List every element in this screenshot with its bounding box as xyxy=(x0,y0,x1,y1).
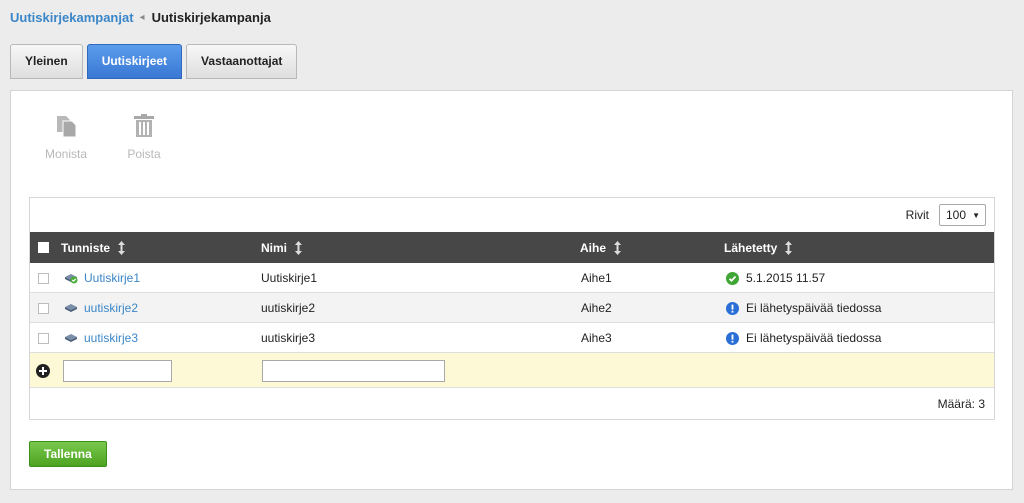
table-row: Uutiskirje1 Uutiskirje1 Aihe1 5.1.2015 1… xyxy=(30,263,994,293)
info-circle-icon xyxy=(726,331,739,345)
sent-status-text: Ei lähetyspäivää tiedossa xyxy=(746,331,882,345)
info-circle-icon xyxy=(726,301,739,315)
row-checkbox[interactable] xyxy=(38,272,49,284)
newsletter-subject: Aihe1 xyxy=(581,271,612,285)
newsletter-subject: Aihe2 xyxy=(581,301,612,315)
newsletter-id-link[interactable]: Uutiskirje1 xyxy=(84,271,140,285)
new-name-input[interactable] xyxy=(262,359,445,382)
delete-label: Poista xyxy=(127,147,161,161)
sent-status-text: 5.1.2015 11.57 xyxy=(746,271,826,285)
sort-icon xyxy=(295,240,303,255)
sort-icon xyxy=(614,240,622,255)
delete-button[interactable]: Poista xyxy=(105,113,183,161)
rows-per-page-value: 100 xyxy=(946,208,967,222)
newsletter-icon xyxy=(65,334,77,342)
newsletter-icon xyxy=(65,304,77,312)
copy-label: Monista xyxy=(44,147,88,161)
column-header-id[interactable]: Tunniste xyxy=(61,240,126,255)
breadcrumb-parent-link[interactable]: Uutiskirjekampanjat xyxy=(10,10,134,25)
column-header-id-label: Tunniste xyxy=(61,240,111,255)
newsletter-name: uutiskirje2 xyxy=(261,301,316,315)
row-count: Määrä: 3 xyxy=(937,396,985,411)
check-circle-icon xyxy=(726,271,739,285)
row-checkbox[interactable] xyxy=(38,332,49,344)
column-header-subject[interactable]: Aihe xyxy=(580,240,622,255)
column-header-subject-label: Aihe xyxy=(580,240,607,255)
select-all-cell xyxy=(38,242,49,253)
sort-icon xyxy=(118,240,126,255)
grid-top-bar: Rivit 100 ▼ xyxy=(30,198,994,232)
newsletter-subject: Aihe3 xyxy=(581,331,612,345)
column-header-sent-label: Lähetetty xyxy=(724,240,778,255)
newsletter-sent-icon xyxy=(65,274,78,284)
copy-icon xyxy=(53,113,79,139)
sent-status-text: Ei lähetyspäivää tiedossa xyxy=(746,301,882,315)
newsletter-grid: Rivit 100 ▼ Tunniste Nimi Aihe Lähetetty… xyxy=(29,197,995,420)
sort-icon xyxy=(785,240,793,255)
new-id-input[interactable] xyxy=(63,359,172,382)
column-header-sent[interactable]: Lähetetty xyxy=(724,240,793,255)
add-row-icon[interactable] xyxy=(36,363,50,378)
newsletter-name: uutiskirje3 xyxy=(261,331,316,345)
newsletter-name: Uutiskirje1 xyxy=(261,271,318,285)
content-panel: Monista Poista Rivit 100 ▼ Tunniste Nimi… xyxy=(10,90,1013,490)
newsletter-id-link[interactable]: uutiskirje2 xyxy=(84,301,138,315)
toolbar: Monista Poista xyxy=(27,113,183,161)
tab-newsletters[interactable]: Uutiskirjeet xyxy=(86,44,183,79)
breadcrumb-separator-icon: ◂ xyxy=(139,12,145,23)
newsletter-id-link[interactable]: uutiskirje3 xyxy=(84,331,138,345)
save-button[interactable]: Tallenna xyxy=(29,441,107,467)
grid-header: Tunniste Nimi Aihe Lähetetty xyxy=(30,232,994,263)
grid-footer: Määrä: 3 xyxy=(30,388,994,419)
dropdown-caret-icon: ▼ xyxy=(972,210,980,220)
tab-recipients[interactable]: Vastaanottajat xyxy=(186,44,298,79)
column-header-name[interactable]: Nimi xyxy=(261,240,303,255)
table-row: uutiskirje3 uutiskirje3 Aihe3 Ei lähetys… xyxy=(30,323,994,353)
column-header-name-label: Nimi xyxy=(261,240,288,255)
select-all-checkbox[interactable] xyxy=(38,242,49,253)
breadcrumb: Uutiskirjekampanjat ◂ Uutiskirjekampanja xyxy=(10,10,271,25)
row-checkbox[interactable] xyxy=(38,302,49,314)
trash-icon xyxy=(131,113,157,139)
rows-label: Rivit xyxy=(905,208,929,222)
rows-per-page-select[interactable]: 100 ▼ xyxy=(939,204,986,226)
new-row xyxy=(30,353,994,388)
table-row: uutiskirje2 uutiskirje2 Aihe2 Ei lähetys… xyxy=(30,293,994,323)
tab-bar: Yleinen Uutiskirjeet Vastaanottajat xyxy=(10,44,301,79)
copy-button[interactable]: Monista xyxy=(27,113,105,161)
breadcrumb-current: Uutiskirjekampanja xyxy=(151,10,271,25)
tab-general[interactable]: Yleinen xyxy=(10,44,83,79)
